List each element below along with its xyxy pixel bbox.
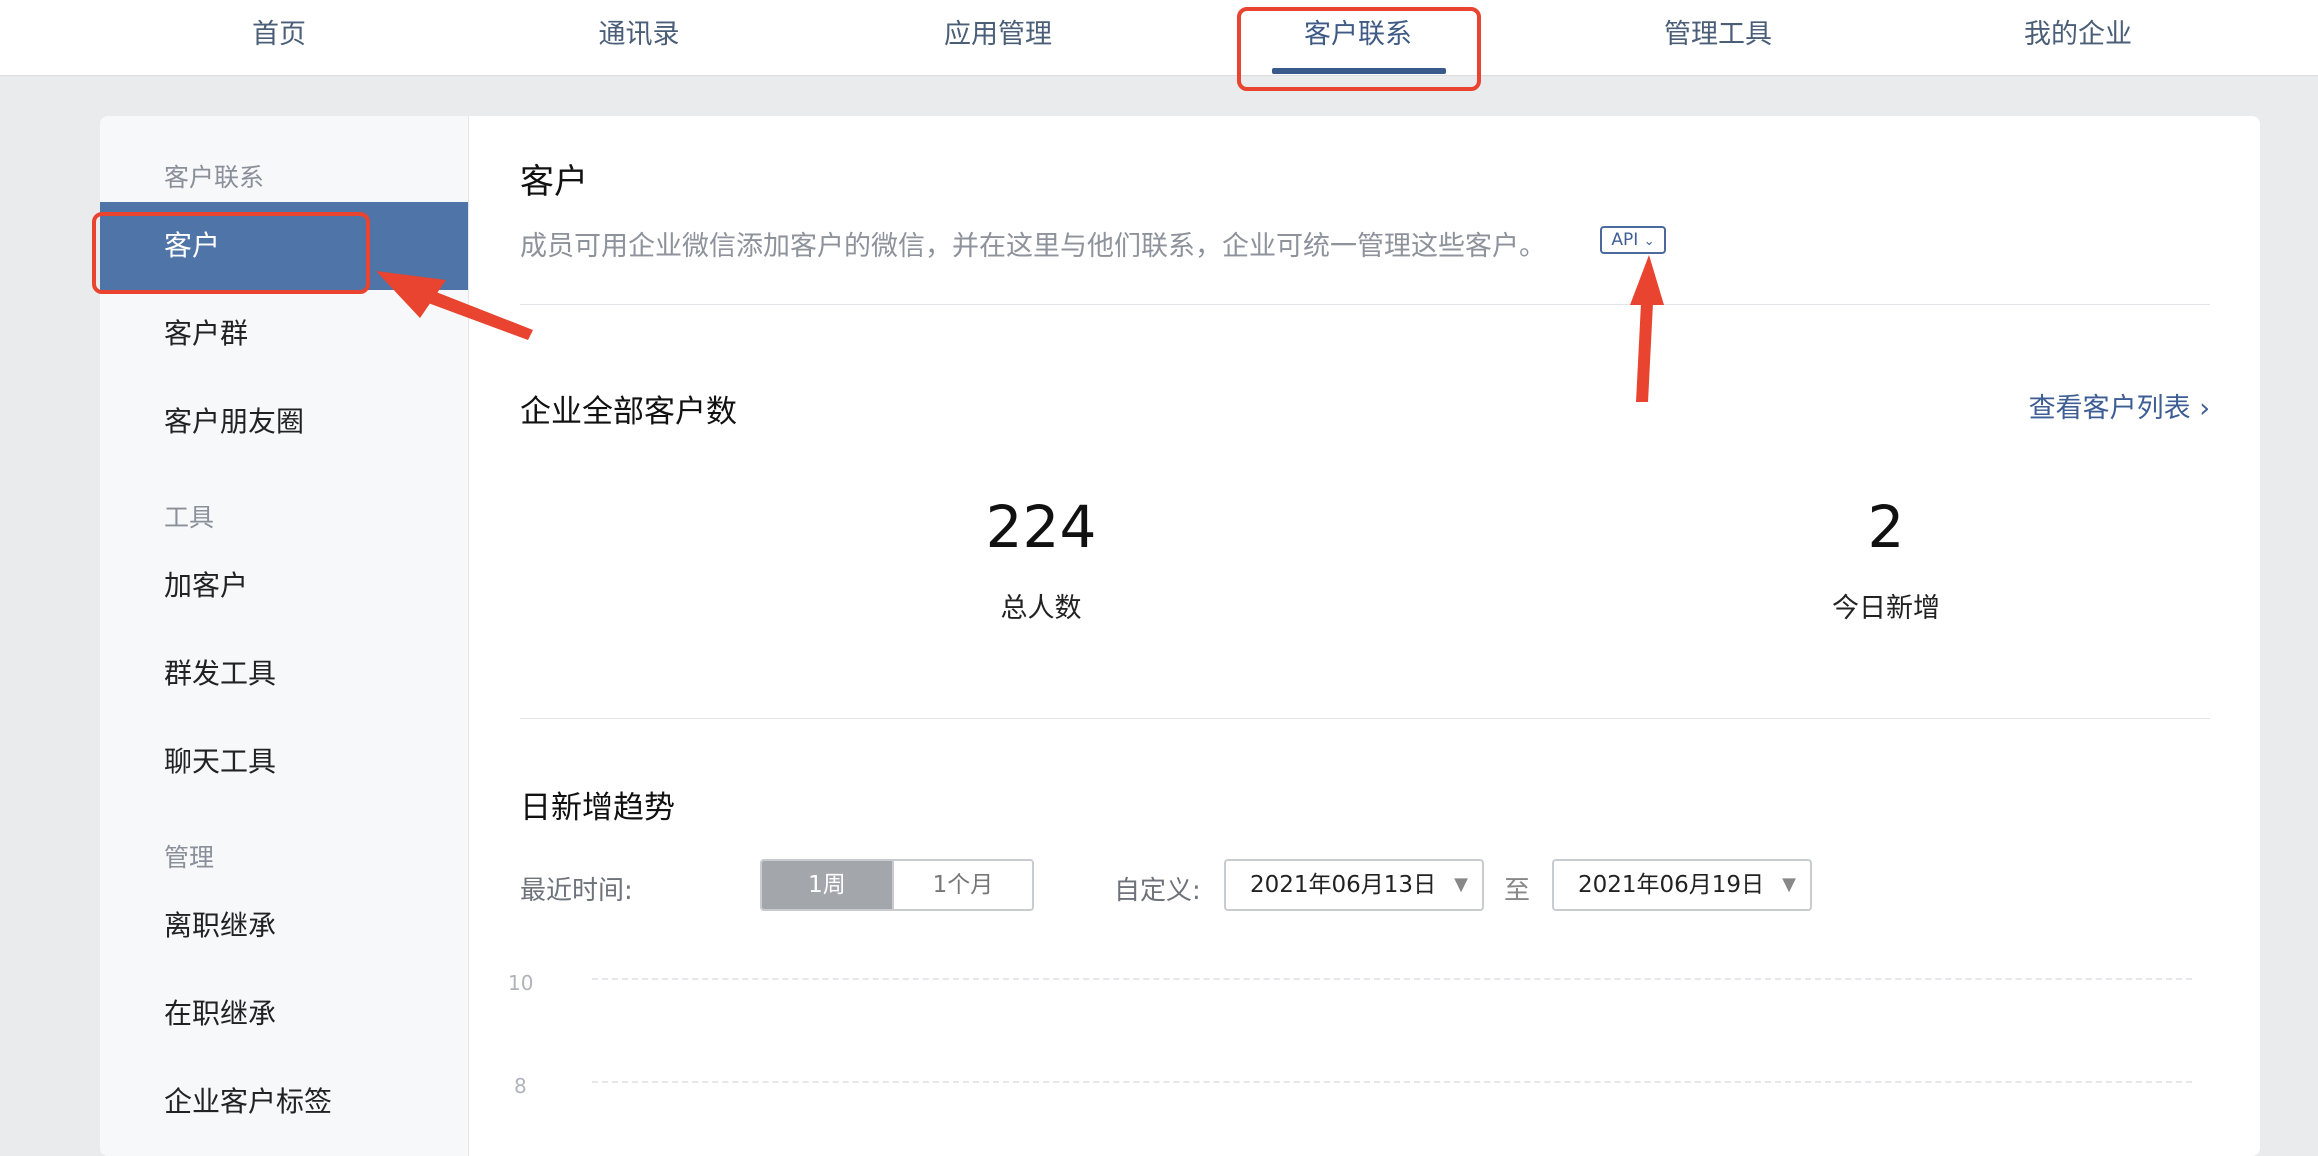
total-count-value: 224 — [985, 493, 1097, 561]
top-nav: 首页 通讯录 应用管理 客户联系 管理工具 我的企业 — [0, 0, 2318, 76]
today-new-label: 今日新增 — [1832, 593, 1940, 624]
nav-app-management[interactable]: 应用管理 — [848, 0, 1148, 75]
range-1-week[interactable]: 1周 — [762, 861, 892, 909]
start-date-select[interactable]: 2021年06月13日 ▼ — [1224, 859, 1484, 911]
sidebar-highlight-box — [92, 212, 370, 294]
chart-gridline — [592, 978, 2192, 980]
api-label: API — [1611, 230, 1639, 250]
start-date-value: 2021年06月13日 — [1250, 872, 1437, 898]
recent-time-label: 最近时间: — [520, 876, 633, 906]
sidebar-item-onjob-transfer[interactable]: 在职继承 — [100, 970, 468, 1058]
chevron-right-icon: › — [2199, 393, 2210, 424]
range-1-month[interactable]: 1个月 — [892, 861, 1032, 909]
page-description: 成员可用企业微信添加客户的微信，并在这里与他们联系，企业可统一管理这些客户。 — [520, 231, 1546, 262]
nav-my-enterprise[interactable]: 我的企业 — [1928, 0, 2228, 75]
custom-label: 自定义: — [1114, 876, 1201, 906]
sidebar-group-tools: 工具 — [164, 503, 215, 532]
to-label: 至 — [1504, 876, 1531, 906]
caret-down-icon: ▼ — [1454, 874, 1468, 895]
view-customer-list-label: 查看客户列表 — [2028, 393, 2191, 424]
divider — [520, 718, 2210, 719]
sidebar-item-customer-groups[interactable]: 客户群 — [100, 290, 468, 378]
sidebar-item-customer-tags[interactable]: 企业客户标签 — [100, 1058, 468, 1146]
sidebar-group-management: 管理 — [164, 843, 215, 872]
api-dropdown[interactable]: API ⌄ — [1600, 226, 1666, 254]
daily-trend-title: 日新增趋势 — [520, 790, 675, 826]
sidebar-item-resigned-transfer[interactable]: 离职继承 — [100, 882, 468, 970]
nav-contacts[interactable]: 通讯录 — [489, 0, 789, 75]
nav-management-tools[interactable]: 管理工具 — [1568, 0, 1868, 75]
view-customer-list-link[interactable]: 查看客户列表 › — [2029, 386, 2210, 425]
range-toggle: 1周 1个月 — [760, 859, 1034, 911]
sidebar-item-chat-tools[interactable]: 聊天工具 — [100, 718, 468, 806]
nav-home[interactable]: 首页 — [129, 0, 429, 75]
total-customers-title: 企业全部客户数 — [520, 394, 737, 430]
main-content: 客户 成员可用企业微信添加客户的微信，并在这里与他们联系，企业可统一管理这些客户… — [468, 116, 2260, 1156]
sidebar-group-customer-contact: 客户联系 — [164, 163, 265, 192]
caret-down-icon: ▼ — [1782, 874, 1796, 895]
total-count-label: 总人数 — [1000, 593, 1082, 624]
sidebar-item-mass-message[interactable]: 群发工具 — [100, 630, 468, 718]
divider — [520, 304, 2210, 305]
y-tick-label: 10 — [508, 971, 534, 995]
nav-highlight-box — [1237, 7, 1481, 91]
sidebar-item-customer-moments[interactable]: 客户朋友圈 — [100, 378, 468, 466]
chevron-down-icon: ⌄ — [1643, 234, 1655, 249]
y-tick-label: 8 — [514, 1074, 527, 1098]
content-card: 客户联系 客户 客户群 客户朋友圈 工具 加客户 群发工具 聊天工具 管理 离职… — [100, 116, 2260, 1156]
end-date-value: 2021年06月19日 — [1578, 872, 1765, 898]
end-date-select[interactable]: 2021年06月19日 ▼ — [1552, 859, 1812, 911]
page-title: 客户 — [520, 162, 588, 202]
chart-gridline — [592, 1081, 2192, 1083]
sidebar-item-add-customer[interactable]: 加客户 — [100, 542, 468, 630]
today-new-value: 2 — [1867, 493, 1905, 561]
